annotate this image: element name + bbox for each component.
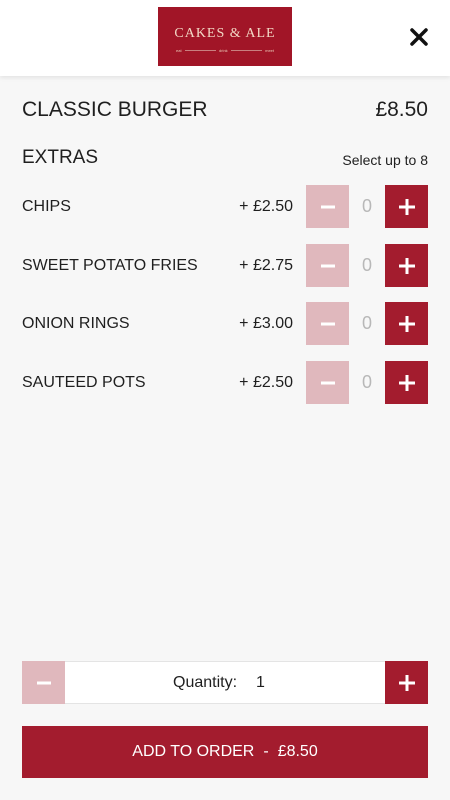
extra-count: 0 [361, 372, 372, 392]
close-icon[interactable] [408, 26, 430, 48]
extra-price: + £3.00 [239, 315, 293, 332]
quantity-label: Quantity: [173, 674, 238, 691]
extra-decrease-button[interactable] [306, 244, 349, 287]
extras-heading: EXTRAS [22, 147, 99, 168]
extra-decrease-button[interactable] [306, 302, 349, 345]
extra-increase-button[interactable] [385, 244, 428, 287]
logo-text: CAKES & ALE [174, 26, 276, 41]
add-to-order-separator: - [263, 743, 269, 760]
item-name: CLASSIC BURGER [22, 98, 208, 121]
extra-increase-button[interactable] [385, 361, 428, 404]
logo-tagline-drink: drink [219, 48, 228, 53]
extra-increase-button[interactable] [385, 185, 428, 228]
extra-row-sweet-potato-fries: SWEET POTATO FRIES + £2.75 0 [22, 244, 428, 287]
quantity-increase-button[interactable] [385, 661, 428, 704]
quantity-decrease-button[interactable] [22, 661, 65, 704]
extra-increase-button[interactable] [385, 302, 428, 345]
add-to-order-label: ADD TO ORDER [132, 743, 255, 760]
item-title-row: CLASSIC BURGER £8.50 [22, 98, 428, 122]
extras-limit-note: Select up to 8 [342, 152, 428, 168]
extra-count: 0 [361, 255, 372, 275]
item-price: £8.50 [375, 98, 428, 121]
minus-icon [36, 681, 51, 684]
cakes-and-ale-logo: CAKES & ALE eat drink meet [158, 7, 292, 66]
logo-tagline-eat: eat [176, 48, 182, 53]
plus-icon [398, 257, 415, 274]
extra-count: 0 [361, 313, 372, 333]
minus-icon [320, 322, 335, 325]
extra-price: + £2.50 [239, 198, 293, 215]
header: CAKES & ALE eat drink meet [0, 0, 450, 76]
extra-row-chips: CHIPS + £2.50 0 [22, 185, 428, 228]
extra-count: 0 [361, 196, 372, 216]
extra-row-sauteed-pots: SAUTEED POTS + £2.50 0 [22, 361, 428, 404]
extra-row-onion-rings: ONION RINGS + £3.00 0 [22, 302, 428, 345]
extra-price: + £2.50 [239, 374, 293, 391]
extra-name: SWEET POTATO FRIES [22, 257, 198, 274]
extra-decrease-button[interactable] [306, 361, 349, 404]
add-to-order-total: £8.50 [277, 743, 318, 760]
quantity-stepper: Quantity: 1 [22, 661, 428, 704]
extra-decrease-button[interactable] [306, 185, 349, 228]
plus-icon [398, 674, 415, 691]
plus-icon [398, 198, 415, 215]
logo-tagline-meet: meet [265, 48, 275, 53]
minus-icon [320, 264, 335, 267]
plus-icon [398, 315, 415, 332]
extra-price: + £2.75 [239, 257, 293, 274]
logo-tagline: eat drink meet [176, 48, 274, 53]
plus-icon [398, 374, 415, 391]
quantity-value: 1 [256, 674, 265, 691]
extra-name: CHIPS [22, 198, 71, 215]
extra-name: SAUTEED POTS [22, 374, 146, 391]
extra-name: ONION RINGS [22, 315, 130, 332]
minus-icon [320, 205, 335, 208]
minus-icon [320, 381, 335, 384]
add-to-order-button[interactable]: ADD TO ORDER - £8.50 [22, 726, 428, 778]
